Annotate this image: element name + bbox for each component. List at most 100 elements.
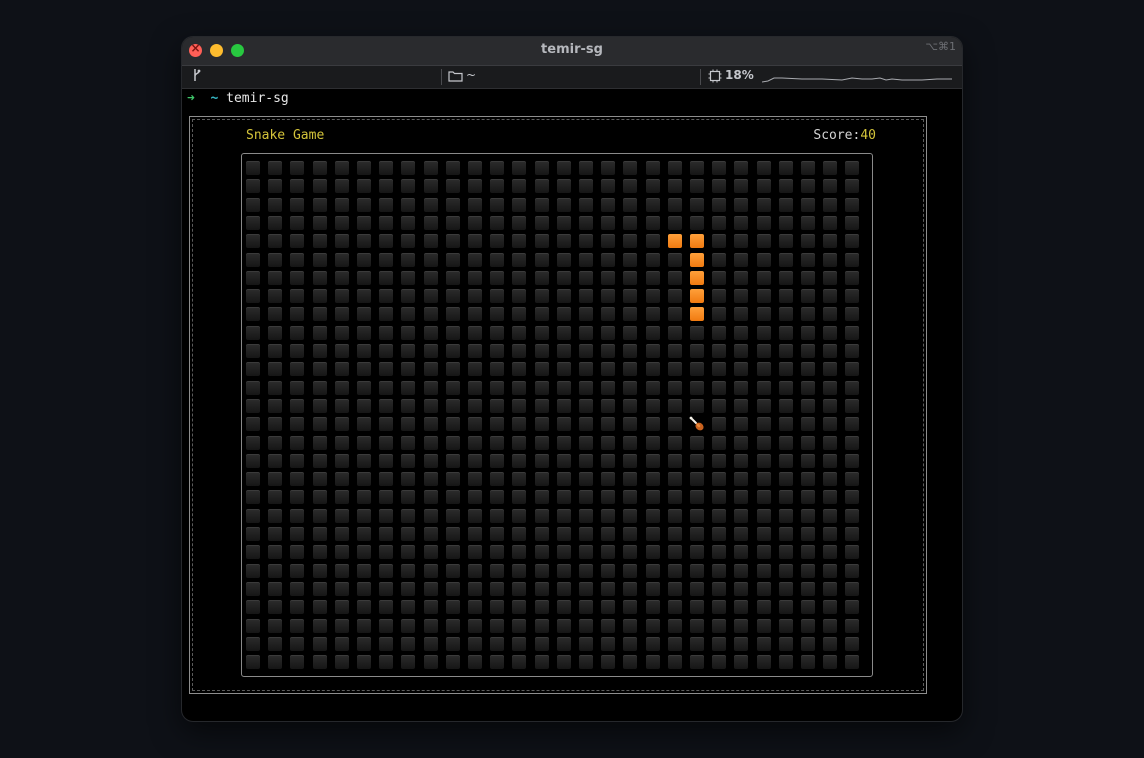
grid-cell <box>445 325 460 340</box>
grid-cell <box>468 289 482 304</box>
grid-cell <box>334 179 349 194</box>
grid-cell <box>712 563 727 578</box>
grid-cell <box>756 508 771 523</box>
grid-cell <box>645 508 660 523</box>
grid-cell <box>623 289 638 304</box>
grid-cell <box>845 417 860 432</box>
grid-cell <box>623 581 638 596</box>
grid-cell <box>401 581 416 596</box>
grid-cell <box>512 362 527 377</box>
grid-cell <box>468 472 482 487</box>
grid-cell <box>801 325 815 340</box>
grid-cell <box>712 234 727 249</box>
grid-cell <box>690 472 704 487</box>
grid-cell <box>778 417 793 432</box>
grid-cell <box>334 581 349 596</box>
grid-cell <box>712 289 727 304</box>
grid-cell <box>623 398 638 413</box>
grid-cell <box>712 490 727 505</box>
grid-cell <box>468 197 482 212</box>
grid-cell <box>401 600 416 615</box>
grid-cell <box>579 252 593 267</box>
grid-cell <box>667 453 682 468</box>
grid-cell <box>468 234 482 249</box>
grid-cell <box>379 453 394 468</box>
grid-cell <box>712 508 727 523</box>
grid-cell <box>379 655 394 670</box>
grid-cell <box>357 655 371 670</box>
grid-cell <box>712 636 727 651</box>
grid-cell <box>645 655 660 670</box>
grid-cell <box>667 508 682 523</box>
grid-cell <box>401 161 416 175</box>
grid-cell <box>312 380 327 395</box>
grid-cell <box>534 197 549 212</box>
grid-cell <box>556 325 571 340</box>
prompt-arrow: ➜ <box>187 91 195 106</box>
grid-cell <box>734 417 749 432</box>
grid-cell <box>645 435 660 450</box>
grid-cell <box>734 563 749 578</box>
grid-cell <box>601 325 616 340</box>
grid-cell <box>246 398 260 413</box>
grid-cell <box>623 234 638 249</box>
grid-cell <box>845 636 860 651</box>
grid-cell <box>290 289 305 304</box>
grid-cell <box>645 636 660 651</box>
grid-cell <box>445 270 460 285</box>
grid-cell <box>645 270 660 285</box>
grid-cell <box>423 563 438 578</box>
shell-prompt: ➜ ~ temir-sg <box>187 91 289 106</box>
grid-cell <box>645 289 660 304</box>
grid-cell <box>556 234 571 249</box>
grid-cell <box>823 344 838 358</box>
grid-cell <box>778 307 793 322</box>
grid-cell <box>290 636 305 651</box>
grid-cell <box>556 344 571 358</box>
grid-cell <box>246 655 260 670</box>
grid-cell <box>845 398 860 413</box>
grid-cell <box>334 161 349 175</box>
grid-cell <box>290 234 305 249</box>
grid-cell <box>778 600 793 615</box>
grid-cell <box>601 234 616 249</box>
snake-segment <box>690 307 704 322</box>
grid-cell <box>667 417 682 432</box>
grid-cell <box>623 600 638 615</box>
grid-cell <box>556 417 571 432</box>
grid-cell <box>468 453 482 468</box>
grid-cell <box>579 234 593 249</box>
game-board <box>241 153 873 677</box>
grid-cell <box>801 490 815 505</box>
grid-cell <box>334 380 349 395</box>
grid-cell <box>512 234 527 249</box>
grid-cell <box>401 234 416 249</box>
grid-cell <box>334 636 349 651</box>
grid-cell <box>667 398 682 413</box>
grid-cell <box>423 655 438 670</box>
grid-cell <box>290 252 305 267</box>
grid-cell <box>334 289 349 304</box>
grid-cell <box>268 197 283 212</box>
grid-cell <box>468 380 482 395</box>
grid-cell <box>534 215 549 230</box>
grid-cell <box>579 545 593 560</box>
grid-cell <box>401 490 416 505</box>
grid-cell <box>667 344 682 358</box>
grid-cell <box>379 472 394 487</box>
grid-cell <box>534 600 549 615</box>
grid-cell <box>334 252 349 267</box>
grid-cell <box>534 636 549 651</box>
grid-cell <box>556 215 571 230</box>
grid-cell <box>312 344 327 358</box>
grid-cell <box>823 325 838 340</box>
grid-cell <box>756 453 771 468</box>
grid-cell <box>690 325 704 340</box>
grid-cell <box>801 289 815 304</box>
grid-cell <box>334 453 349 468</box>
grid-cell <box>401 453 416 468</box>
grid-cell <box>801 655 815 670</box>
grid-cell <box>512 600 527 615</box>
snake-segment <box>690 252 704 267</box>
grid-cell <box>712 655 727 670</box>
